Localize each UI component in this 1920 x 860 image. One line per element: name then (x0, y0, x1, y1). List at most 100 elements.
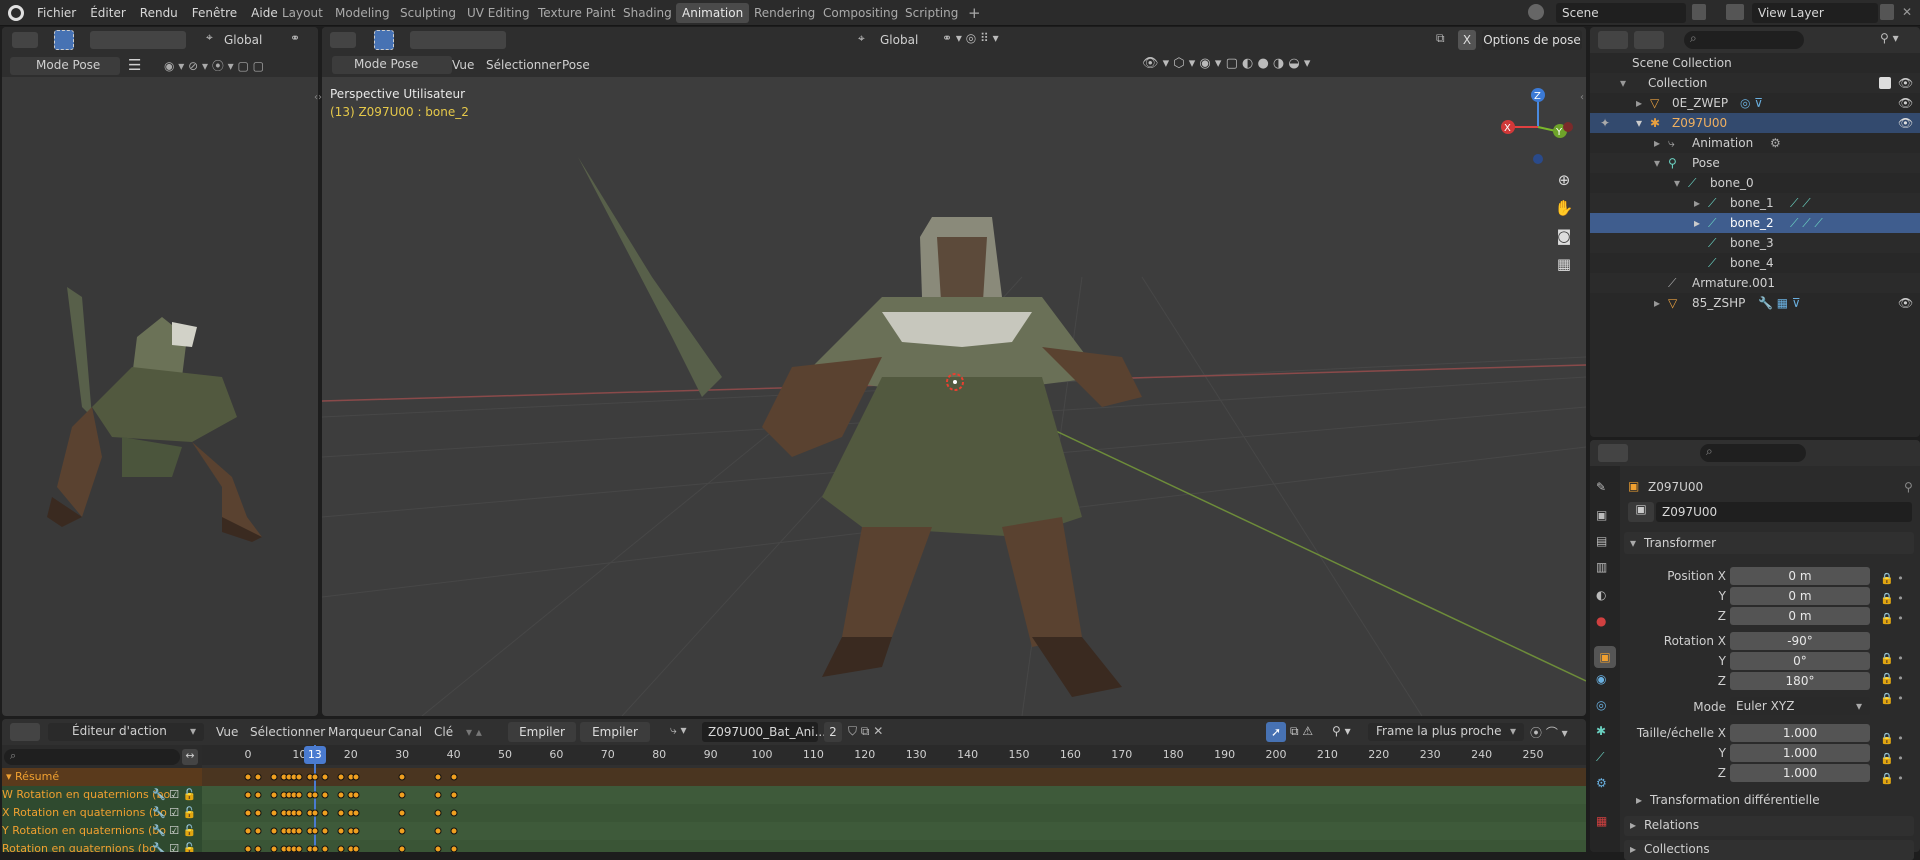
object-name-field[interactable]: Z097U00 (1656, 502, 1912, 522)
channel-row[interactable]: W Rotation en quaternions (bo 🔧 ☑ 🔓 (2, 786, 202, 804)
outliner-row[interactable]: ⟋ bone_3 (1590, 233, 1920, 253)
keyframe[interactable] (434, 773, 442, 781)
keyframe[interactable] (352, 773, 360, 781)
rotation-z-field[interactable]: 180° (1730, 672, 1870, 690)
keyframe[interactable] (295, 773, 303, 781)
view-layer-tab-icon[interactable]: ▥ (1596, 560, 1607, 574)
dopesheet-timeline[interactable]: 0 10 20 30 40 50 60 70 80 90 100 110 120 130 140 150 160… (202, 745, 1586, 852)
action-browse-icon[interactable]: ⤷ ▾ (670, 723, 700, 741)
keyframe[interactable] (450, 773, 458, 781)
keyframe[interactable] (254, 827, 262, 835)
keyframe[interactable] (450, 791, 458, 799)
outliner-row[interactable]: ▸ ⤷ Animation ⚙ (1590, 133, 1920, 153)
keyframe[interactable] (311, 773, 319, 781)
nav-arrows-icon[interactable]: ▾ ▴ (466, 725, 482, 739)
viewport-menu-select[interactable]: Sélectionner (486, 58, 561, 72)
swap-icon[interactable]: ↔ (182, 749, 198, 765)
select-tool-icon[interactable] (54, 30, 74, 50)
left-viewport[interactable]: ⌖ Global ⚭ Mode Pose ☰ ◉ ▾ ⊘ ▾ ⦿ ▾ ▢ ▢ (2, 27, 318, 716)
keyframe[interactable] (311, 809, 319, 817)
keyframe[interactable] (254, 845, 262, 852)
eye-icon[interactable]: 👁 (1898, 73, 1913, 93)
position-x-field[interactable]: 0 m (1730, 567, 1870, 585)
keyframe[interactable] (244, 827, 252, 835)
keyframe[interactable] (270, 809, 278, 817)
outliner-row[interactable]: ▸ ▽ 0E_ZWEP ◎ ⊽ 👁 (1590, 93, 1920, 113)
outliner-row[interactable]: ▾ ⚲ Pose (1590, 153, 1920, 173)
position-z-field[interactable]: 0 m (1730, 607, 1870, 625)
keyframe[interactable] (398, 791, 406, 799)
mirror-icon[interactable]: ⧉ (1436, 31, 1456, 47)
tab-animation[interactable]: Animation (676, 3, 750, 23)
tab-sculpting[interactable]: Sculpting (394, 3, 462, 23)
keyframe[interactable] (311, 791, 319, 799)
menu-file[interactable]: Fichier (30, 0, 83, 26)
rotation-y-field[interactable]: 0° (1730, 652, 1870, 670)
keyframe[interactable] (321, 845, 329, 852)
frame-ruler[interactable]: 0 10 20 30 40 50 60 70 80 90 100 110 120 130 140 150 160… (202, 745, 1586, 765)
keyframe[interactable] (398, 845, 406, 852)
select-tool-icon[interactable] (374, 30, 394, 50)
tab-texture-paint[interactable]: Texture Paint (532, 3, 621, 23)
sidebar-toggle-icon[interactable]: ‹› (314, 92, 322, 103)
fake-user-icon[interactable]: ⛉ ⧉ ✕ (848, 724, 883, 739)
eye-icon[interactable]: 👁 (1898, 93, 1913, 113)
rotation-mode-dropdown[interactable]: Euler XYZ ▾ (1730, 697, 1870, 715)
grid-view-icon[interactable]: ▦ (1552, 255, 1576, 279)
keyframe[interactable] (254, 791, 262, 799)
outliner-editor-icon[interactable] (1598, 31, 1628, 49)
keyframe[interactable] (321, 809, 329, 817)
scene-tab-icon[interactable]: ◐ (1596, 588, 1606, 602)
lock-icons[interactable]: 🔒 • 🔒 • 🔒 • 🔒 • 🔒 • 🔒 • 🔒 • 🔒 • 🔒 • (1880, 569, 1910, 785)
add-workspace-icon[interactable]: + (962, 3, 987, 23)
sidebar-toggle-icon[interactable]: ‹ (1580, 92, 1584, 103)
eye-icon[interactable]: 👁 (1898, 113, 1913, 133)
keyframe[interactable] (295, 845, 303, 852)
scale-x-field[interactable]: 1.000 (1730, 724, 1870, 742)
keyframe[interactable] (337, 791, 345, 799)
keyframe[interactable] (295, 809, 303, 817)
constraint-tab-icon[interactable]: ◎ (1596, 698, 1606, 712)
keyframe[interactable] (244, 773, 252, 781)
channel-search-input[interactable]: ⌕ (4, 749, 180, 765)
relations-section[interactable]: ▸ Relations (1624, 816, 1914, 836)
navigation-gizmo[interactable]: Z X Y (1498, 87, 1582, 167)
keyframe[interactable] (244, 809, 252, 817)
main-transform-orientation[interactable]: Global (880, 33, 918, 47)
keyframe[interactable] (337, 773, 345, 781)
menu-edit[interactable]: Éditer (83, 0, 133, 26)
select-mode-buttons[interactable] (90, 31, 186, 49)
blender-logo-icon[interactable] (8, 5, 24, 21)
keyframe[interactable] (244, 791, 252, 799)
outliner-search-input[interactable]: ⌕ (1684, 31, 1804, 49)
camera-icon[interactable]: ◙ (1552, 227, 1576, 251)
push-down-button[interactable]: Empiler (508, 722, 576, 742)
view-layer-icon[interactable] (1726, 4, 1744, 20)
stash-button[interactable]: Empiler (580, 722, 650, 742)
keyframe[interactable] (398, 773, 406, 781)
scale-y-field[interactable]: 1.000 (1730, 744, 1870, 762)
current-frame-indicator[interactable]: 13 (303, 746, 326, 764)
keyframe[interactable] (352, 827, 360, 835)
tab-uv-editing[interactable]: UV Editing (461, 3, 536, 23)
keyframe[interactable] (434, 809, 442, 817)
viewport-menu-view[interactable]: Vue (452, 58, 474, 72)
keyframe[interactable] (321, 791, 329, 799)
only-selected-icon[interactable]: ➚ (1266, 722, 1286, 742)
channel-row[interactable]: Rotation en quaternions (bo 🔧 ☑ 🔓 (2, 840, 202, 852)
tool-tab-icon[interactable]: ✎ (1596, 480, 1606, 494)
outliner-row[interactable]: ▾ Collection 👁 (1590, 73, 1920, 93)
action-menu-select[interactable]: Sélectionner (250, 725, 325, 739)
editor-type-icon[interactable] (12, 32, 38, 48)
view-layer-field[interactable]: View Layer (1752, 3, 1878, 23)
bone-constraint-tab-icon[interactable]: ⚙ (1596, 776, 1607, 790)
menu-render[interactable]: Rendu (133, 0, 185, 26)
keyframe[interactable] (311, 845, 319, 852)
action-users-count[interactable]: 2 (824, 722, 842, 742)
keyframe[interactable] (311, 827, 319, 835)
keyframe[interactable] (254, 773, 262, 781)
outliner-row-active[interactable]: ▸ ⟋ bone_2 ⟋ ⟋ ⟋ (1590, 213, 1920, 233)
keyframe[interactable] (450, 809, 458, 817)
editor-type-icon[interactable] (330, 32, 356, 48)
keyframe[interactable] (337, 809, 345, 817)
